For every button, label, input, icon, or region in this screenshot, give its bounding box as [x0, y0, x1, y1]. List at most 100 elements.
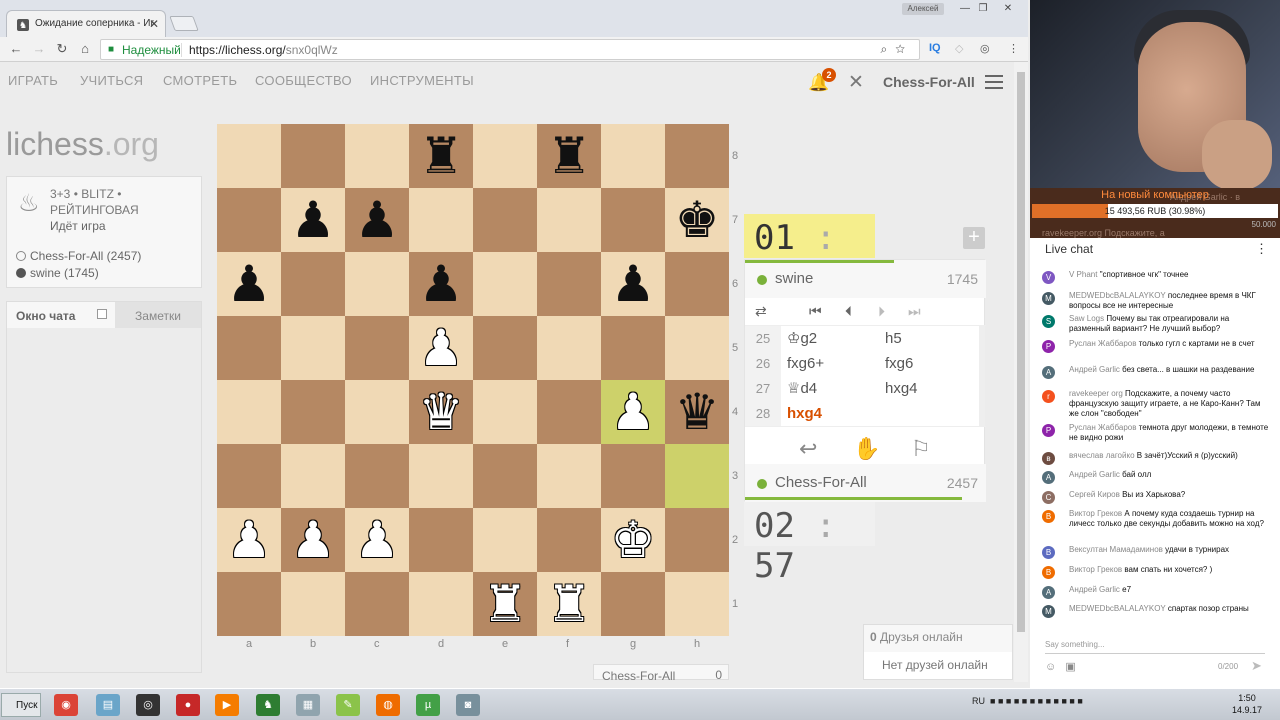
black-pawn-a6[interactable]: ♟ [217, 252, 281, 316]
square-f3[interactable] [537, 444, 601, 508]
square-e5[interactable] [473, 316, 537, 380]
shield-extension-icon[interactable]: ◇ [955, 42, 963, 55]
avatar[interactable]: В [1042, 566, 1055, 579]
avatar[interactable]: Р [1042, 340, 1055, 353]
black-move[interactable]: hxg4 [885, 376, 918, 401]
square-b3[interactable] [281, 444, 345, 508]
chat-author[interactable]: Руслан Жаббаров [1069, 339, 1139, 348]
avatar[interactable]: А [1042, 586, 1055, 599]
first-move-icon[interactable]: ⏮ [809, 303, 822, 320]
avatar[interactable]: M [1042, 292, 1055, 305]
page-scrollbar-thumb[interactable] [1017, 72, 1025, 632]
home-icon[interactable]: ⌂ [77, 41, 93, 57]
chat-author[interactable]: вячеслав лагойко [1069, 451, 1137, 460]
nav-play[interactable]: ИГРАТЬ [8, 73, 58, 88]
white-move[interactable]: ♕d4 [787, 376, 817, 401]
black-queen-h4[interactable]: ♛ [665, 380, 729, 444]
white-move[interactable]: hxg4 [787, 401, 822, 426]
restore-icon[interactable]: ❐ [973, 2, 993, 16]
vpn-extension-icon[interactable]: ◎ [980, 42, 990, 55]
black-player-link[interactable]: swine (1745) [16, 266, 99, 280]
reload-icon[interactable]: ↻ [54, 41, 70, 57]
square-h1[interactable] [665, 572, 729, 636]
black-move[interactable]: h5 [885, 326, 902, 351]
avatar[interactable]: А [1042, 471, 1055, 484]
square-h5[interactable] [665, 316, 729, 380]
chat-input[interactable]: Say something... [1045, 640, 1105, 649]
chrome-icon[interactable]: ◉ [54, 694, 78, 716]
window-user-badge[interactable]: Алексей [902, 3, 944, 15]
next-move-icon[interactable]: ⏵ [878, 303, 885, 320]
square-e6[interactable] [473, 252, 537, 316]
avatar[interactable]: V [1042, 271, 1055, 284]
square-b8[interactable] [281, 124, 345, 188]
black-pawn-b7[interactable]: ♟ [281, 188, 345, 252]
forward-arrow-icon[interactable]: → [31, 41, 47, 57]
square-e3[interactable] [473, 444, 537, 508]
url-text[interactable]: https://lichess.org/snx0qlWz [189, 43, 338, 57]
square-g1[interactable] [601, 572, 665, 636]
chat-author[interactable]: MEDWEDbcBALALAYKOY [1069, 604, 1168, 613]
move-list-scrollbar[interactable] [979, 326, 985, 426]
avatar[interactable]: в [1042, 452, 1055, 465]
square-d1[interactable] [409, 572, 473, 636]
square-b5[interactable] [281, 316, 345, 380]
square-h8[interactable] [665, 124, 729, 188]
square-a8[interactable] [217, 124, 281, 188]
nav-learn[interactable]: УЧИТЬСЯ [80, 73, 143, 88]
white-pawn-b2[interactable]: ♟ [281, 508, 345, 572]
add-time-button[interactable]: + [963, 227, 985, 249]
send-icon[interactable]: ➤ [1251, 658, 1262, 674]
super-chat-icon[interactable]: ▣ [1065, 661, 1075, 673]
last-move-icon[interactable]: ⏭ [908, 303, 921, 320]
firefox-icon[interactable]: ◍ [376, 694, 400, 716]
hamburger-menu-icon[interactable] [985, 75, 1003, 89]
square-f5[interactable] [537, 316, 601, 380]
prev-move-icon[interactable]: ⏴ [845, 303, 852, 320]
tray-icons[interactable]: ■ ■ ■ ■ ■ ■ ■ ■ ■ ■ ■ ■ [990, 696, 1083, 706]
white-pawn-d5[interactable]: ♟ [409, 316, 473, 380]
square-g3[interactable] [601, 444, 665, 508]
back-arrow-icon[interactable]: ← [8, 41, 24, 57]
zoom-icon[interactable]: ⌕ [880, 42, 895, 56]
white-king-g2[interactable]: ♚ [601, 508, 665, 572]
opponent-name[interactable]: swine [775, 270, 813, 287]
chess-board[interactable]: ♜ ♜ ♟ ♟ ♚ ♟ ♟ ♟ ♟ ♛ ♟ ♛ ♟ ♟ ♟ ♚ ♜ ♜ [217, 124, 729, 636]
square-d2[interactable] [409, 508, 473, 572]
square-f7[interactable] [537, 188, 601, 252]
close-tab-icon[interactable]: ✕ [149, 17, 159, 31]
username-menu[interactable]: Chess-For-All [883, 74, 975, 90]
square-b1[interactable] [281, 572, 345, 636]
new-tab-button[interactable] [169, 16, 199, 31]
black-rook-d8[interactable]: ♜ [409, 124, 473, 188]
square-a3[interactable] [217, 444, 281, 508]
avatar[interactable]: В [1042, 510, 1055, 523]
nav-watch[interactable]: СМОТРЕТЬ [163, 73, 237, 88]
media-player-icon[interactable]: ▶ [215, 694, 239, 716]
black-move[interactable]: fxg6 [885, 351, 913, 376]
tab-notes[interactable]: Заметки [115, 302, 201, 328]
chat-author[interactable]: V Phant [1069, 270, 1100, 279]
square-h2[interactable] [665, 508, 729, 572]
avatar[interactable]: M [1042, 605, 1055, 618]
move-list[interactable]: 25 ♔g2 h5 26 fxg6+ fxg6 27 ♕d4 hxg4 28 hxg4 [745, 326, 986, 426]
black-pawn-d6[interactable]: ♟ [409, 252, 473, 316]
black-pawn-g6[interactable]: ♟ [601, 252, 665, 316]
white-pawn-a2[interactable]: ♟ [217, 508, 281, 572]
square-c4[interactable] [345, 380, 409, 444]
takeback-icon[interactable]: ↩ [799, 436, 817, 462]
chat-author[interactable]: Виктор Греков [1069, 565, 1124, 574]
page-scrollbar[interactable] [1014, 62, 1028, 682]
explorer-icon[interactable]: ▤ [96, 694, 120, 716]
black-pawn-c7[interactable]: ♟ [345, 188, 409, 252]
square-a4[interactable] [217, 380, 281, 444]
me-name[interactable]: Chess-For-All [775, 474, 867, 491]
omnibox-icons[interactable]: ⌕☆ [880, 42, 913, 57]
avatar[interactable]: А [1042, 366, 1055, 379]
square-b6[interactable] [281, 252, 345, 316]
minimize-icon[interactable]: — [955, 2, 975, 16]
white-pawn-g4[interactable]: ♟ [601, 380, 665, 444]
white-rook-e1[interactable]: ♜ [473, 572, 537, 636]
white-queen-d4[interactable]: ♛ [409, 380, 473, 444]
record-icon[interactable]: ● [176, 694, 200, 716]
